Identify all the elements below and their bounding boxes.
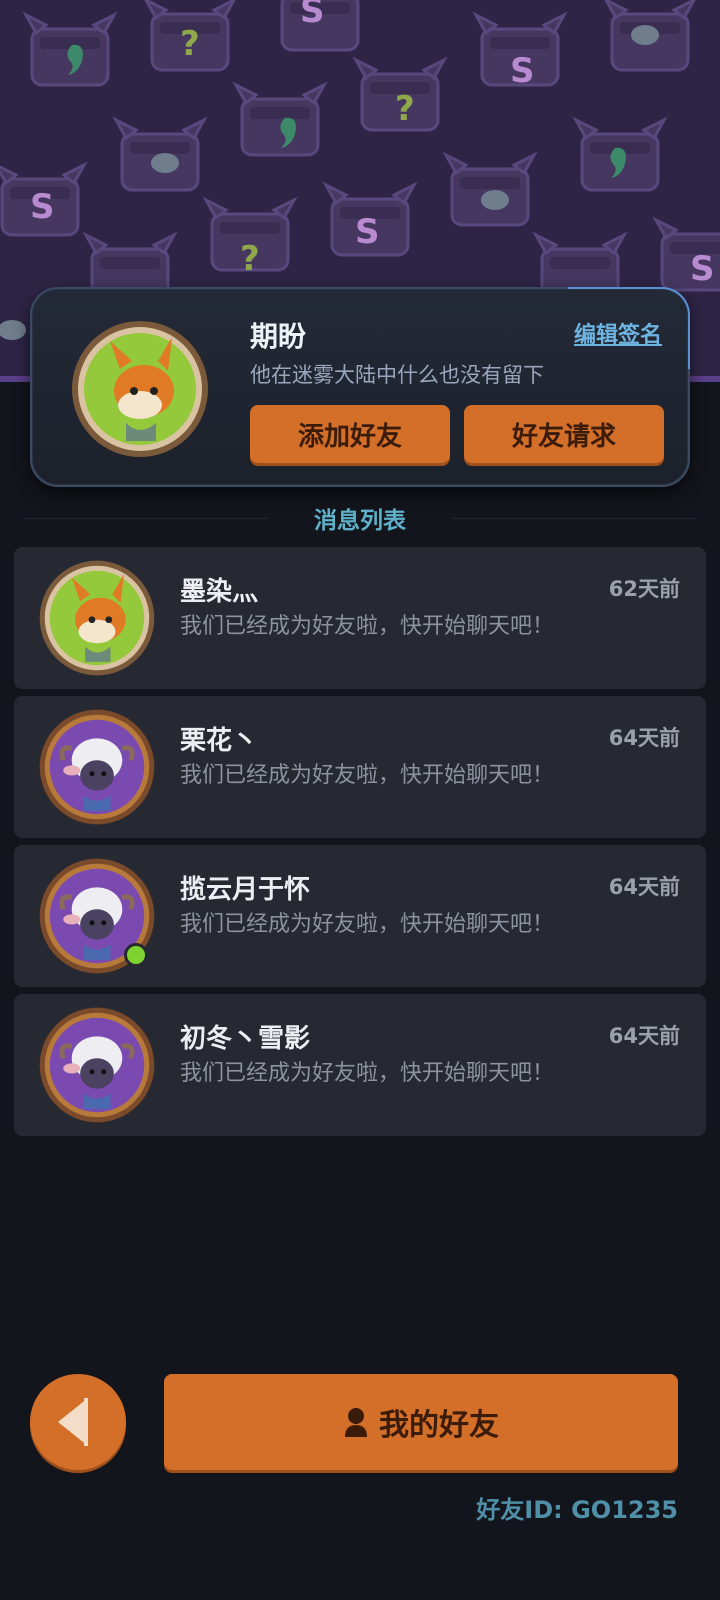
message-list-title: 消息列表 bbox=[314, 508, 406, 534]
friend-request-button[interactable]: 好友请求 bbox=[464, 405, 664, 463]
svg-text:S: S bbox=[690, 249, 715, 289]
message-time: 64天前 bbox=[608, 1024, 680, 1048]
person-icon bbox=[345, 1408, 367, 1437]
back-arrow-icon bbox=[58, 1398, 88, 1446]
svg-text:S: S bbox=[300, 0, 325, 31]
svg-text:S: S bbox=[355, 212, 380, 252]
friend-id-text: 好友ID: GO1235 bbox=[476, 1496, 678, 1524]
message-time: 64天前 bbox=[608, 875, 680, 899]
my-friends-button[interactable]: 我的好友 bbox=[164, 1374, 678, 1470]
svg-text:S: S bbox=[510, 51, 535, 91]
svg-text:?: ? bbox=[240, 239, 260, 279]
sheep-avatar-icon bbox=[39, 1007, 155, 1123]
svg-text:S: S bbox=[30, 187, 55, 227]
message-time: 64天前 bbox=[608, 726, 680, 750]
fox-avatar-icon bbox=[72, 321, 208, 457]
profile-name: 期盼 bbox=[250, 320, 307, 353]
message-time: 62天前 bbox=[608, 577, 680, 601]
fox-avatar-icon bbox=[39, 560, 155, 676]
sheep-avatar-icon bbox=[39, 709, 155, 825]
my-friends-label: 我的好友 bbox=[379, 1408, 499, 1443]
message-preview: 我们已经成为好友啦，快开始聊天吧！ bbox=[180, 912, 555, 937]
message-preview: 我们已经成为好友啦，快开始聊天吧！ bbox=[180, 1061, 555, 1086]
online-status-dot bbox=[124, 943, 148, 967]
message-preview: 我们已经成为好友啦，快开始聊天吧！ bbox=[180, 614, 555, 639]
svg-text:?: ? bbox=[180, 24, 200, 64]
message-preview: 我们已经成为好友啦，快开始聊天吧！ bbox=[180, 763, 555, 788]
back-button[interactable] bbox=[30, 1374, 126, 1470]
profile-signature: 他在迷雾大陆中什么也没有留下 bbox=[250, 363, 544, 387]
add-friend-button[interactable]: 添加好友 bbox=[250, 405, 450, 463]
edit-signature-link[interactable]: 编辑签名 bbox=[574, 317, 662, 349]
profile-card: 期盼 编辑签名 他在迷雾大陆中什么也没有留下 添加好友 好友请求 bbox=[30, 287, 690, 487]
message-list: 墨染灬 62天前 我们已经成为好友啦，快开始聊天吧！ 栗花丶 64天前 我们已经… bbox=[14, 547, 706, 1143]
svg-text:?: ? bbox=[395, 89, 415, 129]
message-sender-name: 初冬丶雪影 bbox=[180, 1024, 311, 1054]
message-sender-name: 揽云月于怀 bbox=[180, 875, 311, 905]
message-item[interactable]: 揽云月于怀 64天前 我们已经成为好友啦，快开始聊天吧！ bbox=[14, 845, 706, 987]
message-item[interactable]: 初冬丶雪影 64天前 我们已经成为好友啦，快开始聊天吧！ bbox=[14, 994, 706, 1136]
message-item[interactable]: 墨染灬 62天前 我们已经成为好友啦，快开始聊天吧！ bbox=[14, 547, 706, 689]
message-item[interactable]: 栗花丶 64天前 我们已经成为好友啦，快开始聊天吧！ bbox=[14, 696, 706, 838]
message-sender-name: 栗花丶 bbox=[180, 726, 259, 756]
message-sender-name: 墨染灬 bbox=[180, 577, 259, 607]
message-list-header: 消息列表 bbox=[24, 500, 696, 536]
